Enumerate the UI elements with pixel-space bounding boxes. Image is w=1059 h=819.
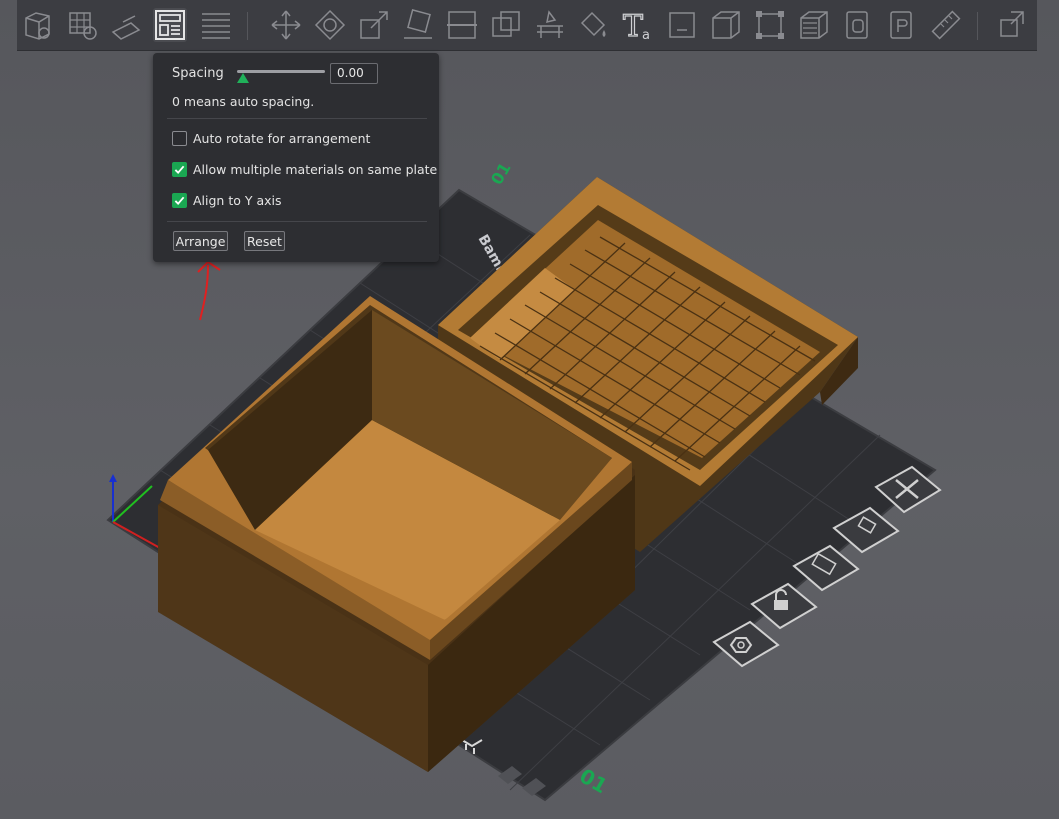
assembly-icon[interactable]	[995, 8, 1029, 42]
lay-on-face-icon[interactable]	[401, 8, 435, 42]
measure-icon[interactable]	[929, 8, 963, 42]
fix-model-icon[interactable]	[753, 8, 787, 42]
text-tool-sub-glyph: a	[642, 28, 650, 42]
option-multiple-materials[interactable]: Allow multiple materials on same plate	[172, 160, 437, 178]
scale-icon[interactable]	[357, 8, 391, 42]
checkbox-checked[interactable]	[172, 161, 187, 177]
divider	[167, 221, 427, 222]
lock-plate-icon[interactable]	[750, 582, 818, 630]
option-label: Auto rotate for arrangement	[193, 130, 371, 146]
seam-paint-icon[interactable]	[797, 8, 831, 42]
reset-button[interactable]: Reset	[244, 231, 285, 251]
option-auto-rotate[interactable]: Auto rotate for arrangement	[172, 129, 370, 147]
option-align-y-axis[interactable]: Align to Y axis	[172, 191, 282, 209]
divider	[167, 118, 427, 119]
rotate-icon[interactable]	[313, 8, 347, 42]
toolbar-separator	[247, 12, 248, 40]
option-label: Allow multiple materials on same plate	[193, 161, 438, 177]
auto-orient-plate-icon[interactable]	[832, 506, 900, 554]
checkmark-icon	[174, 165, 185, 174]
add-cube-icon[interactable]	[21, 8, 55, 42]
spacing-slider-track[interactable]	[237, 70, 325, 73]
plate-number-top: 01	[487, 159, 515, 188]
cut-icon[interactable]	[445, 8, 479, 42]
split-objects-icon[interactable]	[709, 8, 743, 42]
support-paint-icon[interactable]	[533, 8, 567, 42]
fuzzy-skin-icon[interactable]	[841, 8, 875, 42]
plate-tools	[712, 465, 942, 668]
option-label: Align to Y axis	[193, 192, 282, 208]
plate-settings-icon[interactable]	[712, 620, 780, 668]
variable-layer-icon[interactable]	[665, 8, 699, 42]
color-paint-icon[interactable]	[577, 8, 611, 42]
text-tool-glyph: T	[623, 9, 643, 42]
split-plates-icon[interactable]	[199, 8, 233, 42]
checkmark-icon	[174, 196, 185, 205]
spacing-slider-thumb[interactable]	[237, 73, 249, 83]
spacing-label: Spacing	[172, 66, 224, 81]
arrange-button[interactable]: Arrange	[173, 231, 228, 251]
boolean-icon[interactable]	[489, 8, 523, 42]
arrange-icon[interactable]	[153, 8, 187, 42]
arrange-plate-icon[interactable]	[792, 544, 860, 592]
arrange-settings-popup: Spacing 0 means auto spacing. Auto rotat…	[153, 53, 439, 262]
checkbox-unchecked[interactable]	[172, 130, 187, 146]
move-icon[interactable]	[269, 8, 303, 42]
checkbox-checked[interactable]	[172, 192, 187, 208]
emboss-icon[interactable]	[885, 8, 919, 42]
orient-icon[interactable]	[109, 8, 143, 42]
text-icon[interactable]: Ta	[621, 8, 655, 42]
spacing-value-input[interactable]	[330, 63, 378, 84]
spacing-hint: 0 means auto spacing.	[172, 94, 315, 109]
add-plate-icon[interactable]	[65, 8, 99, 42]
toolbar-separator	[977, 12, 978, 40]
main-toolbar: Ta	[17, 0, 1037, 51]
delete-plate-icon[interactable]	[874, 465, 942, 514]
red-annotation-arrow-bottom	[197, 260, 221, 321]
